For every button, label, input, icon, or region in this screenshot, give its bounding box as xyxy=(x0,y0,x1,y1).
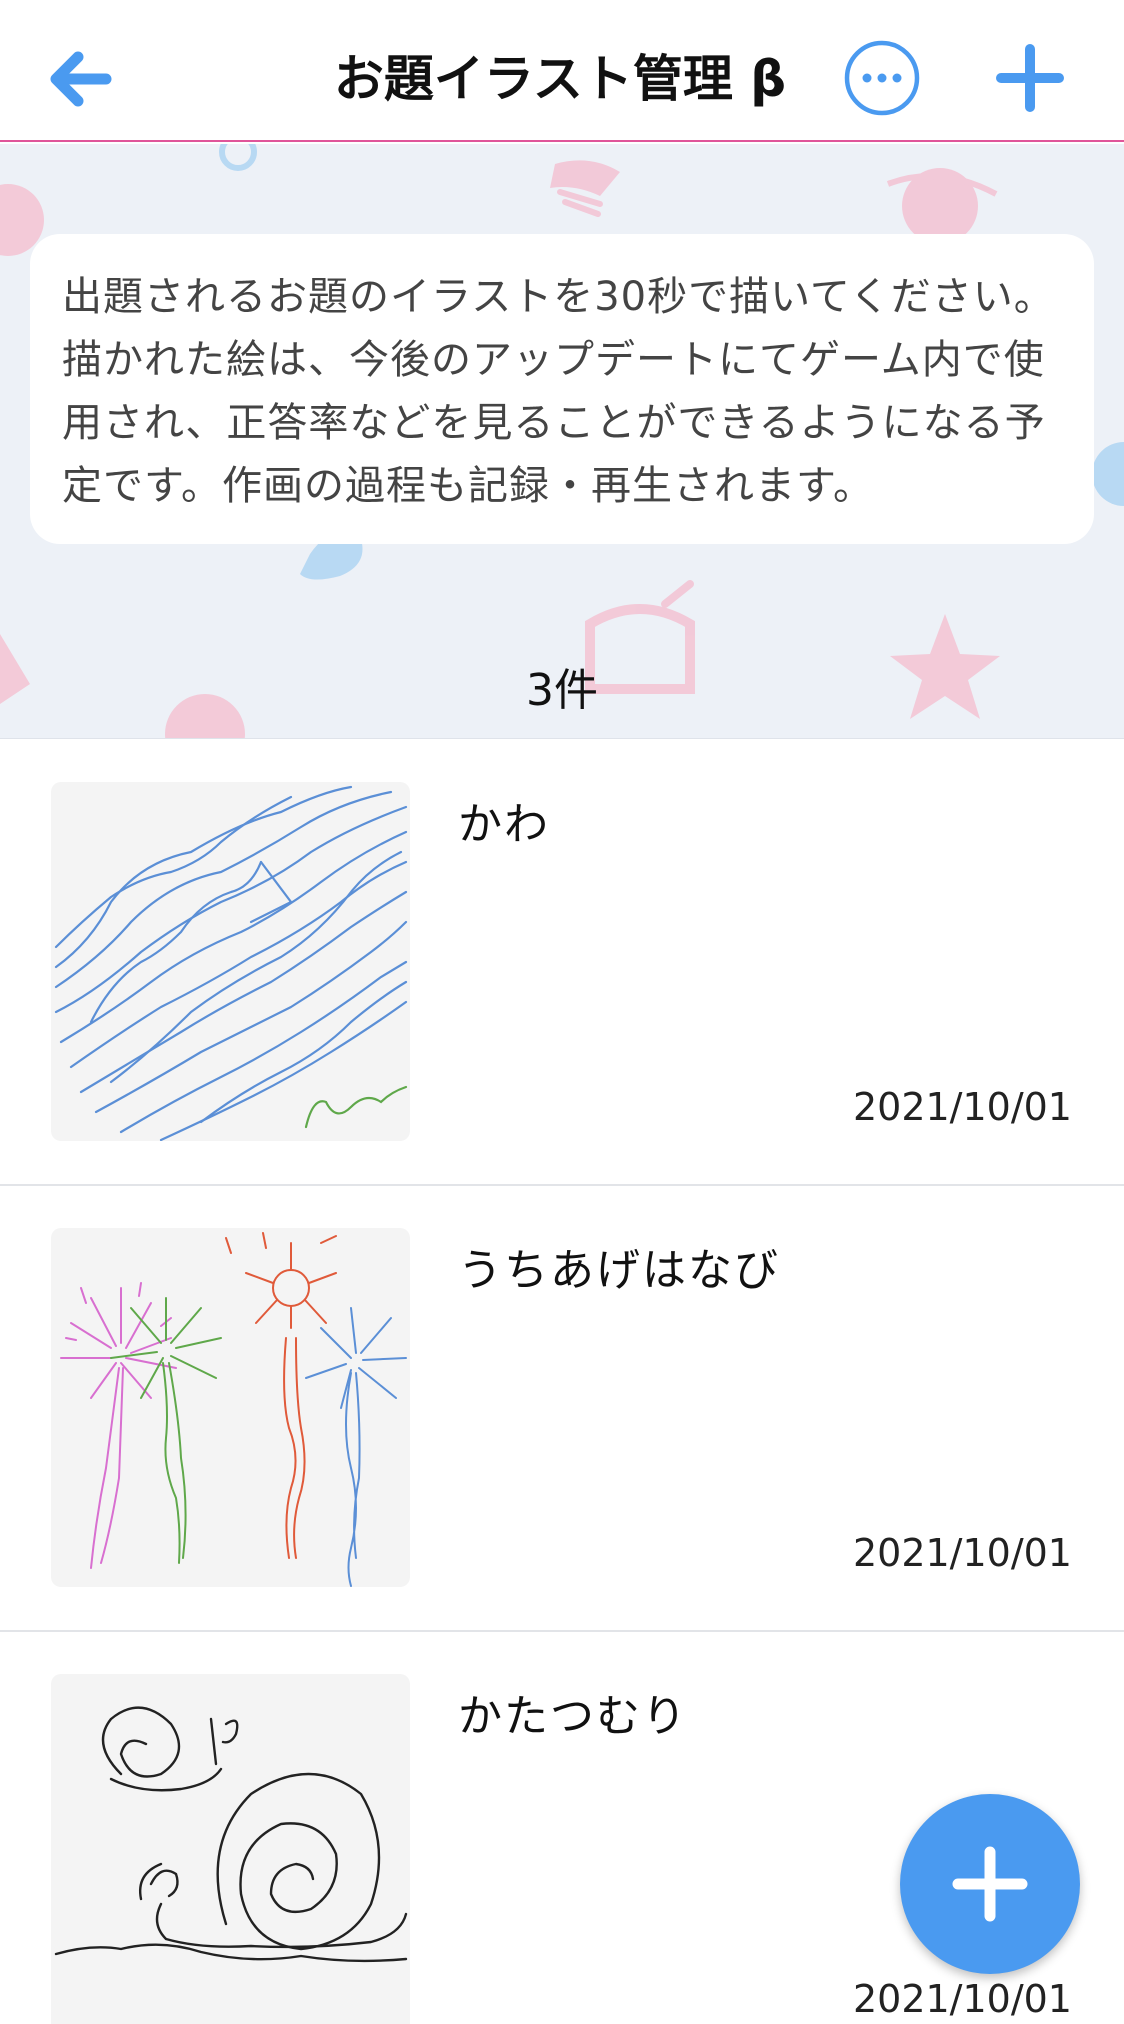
description-card: 出題されるお題のイラストを30秒で描いてください。描かれた絵は、今後のアップデー… xyxy=(30,234,1094,544)
add-button[interactable] xyxy=(990,38,1070,118)
plus-icon xyxy=(996,44,1064,112)
item-date: 2021/10/01 xyxy=(852,1531,1072,1575)
thumbnail-snail xyxy=(51,1674,410,2024)
app-header: お題イラスト管理 β xyxy=(0,0,1124,142)
ellipsis-circle-icon xyxy=(844,40,920,116)
river-drawing-icon xyxy=(54,785,408,1141)
arrow-left-icon xyxy=(50,51,112,107)
description-text: 出題されるお題のイラストを30秒で描いてください。描かれた絵は、今後のアップデー… xyxy=(62,274,1055,509)
back-button[interactable] xyxy=(38,38,120,120)
description-banner: 出題されるお題のイラストを30秒で描いてください。描かれた絵は、今後のアップデー… xyxy=(0,144,1124,739)
item-title: かたつむり xyxy=(458,1691,688,1742)
fireworks-drawing-icon xyxy=(60,1232,407,1587)
floating-add-button[interactable] xyxy=(900,1794,1080,1974)
snail-drawing-icon xyxy=(54,1706,408,1963)
list-item[interactable]: うちあげはなび 2021/10/01 xyxy=(0,1186,1124,1632)
item-count: 3件 xyxy=(526,665,598,716)
item-date: 2021/10/01 xyxy=(852,1085,1072,1129)
more-options-button[interactable] xyxy=(842,38,922,118)
thumbnail-fireworks xyxy=(51,1228,410,1587)
list-item[interactable]: かわ 2021/10/01 xyxy=(0,740,1124,1186)
item-title: うちあげはなび xyxy=(458,1245,780,1296)
item-title: かわ xyxy=(458,799,550,850)
plus-icon xyxy=(952,1846,1028,1922)
page-title: お題イラスト管理 β xyxy=(333,50,787,108)
thumbnail-river xyxy=(51,782,410,1141)
item-date: 2021/10/01 xyxy=(852,1977,1072,2021)
